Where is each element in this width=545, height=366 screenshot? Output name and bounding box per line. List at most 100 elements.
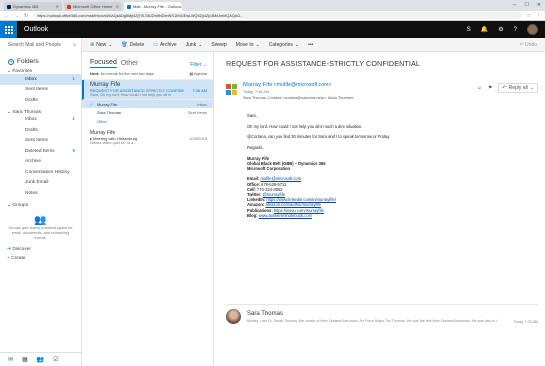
- thread-item[interactable]: Sara Thomas Sent Items: [82, 108, 213, 116]
- close-tab-icon[interactable]: ✕: [56, 4, 59, 9]
- folder-item-inbox[interactable]: Inbox 1: [0, 74, 81, 85]
- body-paragraph: @Cortana, can you find 30 minutes for Sa…: [247, 134, 391, 140]
- folder-label: Notes: [25, 190, 38, 196]
- categories-label: Categories: [268, 41, 293, 48]
- folder-label: Inbox: [25, 117, 37, 123]
- mail-icon[interactable]: ✉: [8, 356, 13, 363]
- tab-focused[interactable]: Focused: [90, 59, 117, 68]
- flag-icon[interactable]: ⚑: [488, 85, 492, 91]
- menu-icon[interactable]: ⋮: [536, 13, 541, 19]
- folder-item-drafts[interactable]: Drafts: [0, 125, 81, 136]
- thread-sender: Sara Thomas: [97, 109, 121, 115]
- maximize-icon[interactable]: ☐: [524, 2, 528, 8]
- folder-item-junk[interactable]: Junk Email: [0, 178, 81, 189]
- calendar-icon[interactable]: ▦: [22, 356, 28, 363]
- move-to-button[interactable]: Move to ⌄: [236, 42, 260, 48]
- sender[interactable]: Murray Fife <mufife@microsoft.com>: [243, 82, 332, 88]
- folder-label: Archive: [25, 159, 41, 165]
- tab-other[interactable]: Other: [121, 60, 139, 68]
- app-launcher-icon[interactable]: [0, 21, 17, 38]
- people-icon[interactable]: 👥: [37, 356, 44, 363]
- star-icon[interactable]: ☆: [527, 13, 531, 19]
- chevron-down-icon: ⌄: [108, 41, 113, 48]
- agenda-button[interactable]: ▦ Agenda: [189, 71, 207, 76]
- create-link[interactable]: + Create: [0, 252, 81, 261]
- tab-label: Mail - Murray Fife - Outlook: [133, 4, 182, 9]
- groups-section[interactable]: ⌄ Groups: [0, 199, 81, 208]
- favorites-label: Favorites: [12, 69, 33, 74]
- thread-item[interactable]: ✓ Murray Fife Inbox: [82, 100, 213, 108]
- blog-link[interactable]: www.atinkerersnotebook.com: [259, 213, 312, 218]
- forward-icon[interactable]: →: [14, 13, 19, 19]
- close-tab-icon[interactable]: ✕: [116, 4, 119, 9]
- collapsed-reply[interactable]: Sara Thomas Murray, I am Dr. Sarah Thoma…: [226, 309, 538, 329]
- unread-count: 1: [72, 76, 75, 82]
- folder-label: Sent Items: [25, 87, 48, 93]
- skype-icon[interactable]: S: [467, 27, 471, 33]
- message-time: 7:36 AM: [192, 88, 207, 93]
- message-header: Murray Fife <mufife@microsoft.com> Today…: [226, 82, 538, 104]
- sweep-button[interactable]: Sweep: [211, 42, 226, 48]
- reload-icon[interactable]: ↻: [24, 13, 28, 19]
- tasks-icon[interactable]: ☑: [53, 356, 58, 363]
- folder-item-drafts[interactable]: Drafts: [0, 95, 81, 106]
- account-section[interactable]: ⌄ Sara Thomas: [0, 106, 81, 115]
- search-input[interactable]: Search Mail and People ⌕: [0, 37, 82, 52]
- browser-tab-active[interactable]: Mail - Murray Fife - Outlook✕: [124, 2, 182, 11]
- categories-button[interactable]: Categories ⌄: [269, 42, 299, 48]
- reply-all-button[interactable]: ↶ Reply all ⌄: [498, 83, 538, 93]
- folder-item-archive[interactable]: Archive: [0, 157, 81, 168]
- folder-item-inbox[interactable]: Inbox 1: [0, 115, 81, 126]
- message-title: REQUEST FOR ASSISTANCE-STRICTLY CONFIDEN…: [226, 59, 420, 68]
- help-icon[interactable]: ?: [514, 27, 517, 33]
- reply-time: Today, 7:33 AM: [513, 320, 538, 324]
- discover-link[interactable]: ➜ Discover: [0, 241, 81, 252]
- signature: Murray Fife Global Black Belt (GBB) – Dy…: [247, 156, 527, 218]
- folder-item-conversation-history[interactable]: Conversation History: [0, 167, 81, 178]
- notifications-icon[interactable]: 🔔: [481, 26, 488, 33]
- folder-item-notes[interactable]: Notes: [0, 188, 81, 199]
- minimize-icon[interactable]: ─: [513, 2, 517, 8]
- next-text: No events for the next two days: [100, 71, 154, 76]
- filter-button[interactable]: Filter ⌄: [190, 62, 207, 68]
- address-bar: ← → ↻ https://outlook.office365.com/mail…: [0, 11, 545, 21]
- junk-button[interactable]: Junk ⌄: [186, 42, 203, 48]
- folder-item-sent[interactable]: Sent Items: [0, 85, 81, 96]
- browser-tab[interactable]: Dynamics 365 ✕: [4, 2, 62, 11]
- check-icon: ✓: [90, 101, 94, 107]
- back-icon[interactable]: ←: [4, 13, 9, 19]
- tab-favicon: [7, 4, 11, 9]
- reading-pane: REQUEST FOR ASSISTANCE-STRICTLY CONFIDEN…: [214, 52, 545, 366]
- settings-icon[interactable]: ⚙: [498, 26, 503, 33]
- archive-button[interactable]: ▭ Archive: [153, 42, 176, 48]
- avatar: [226, 309, 241, 324]
- close-window-icon[interactable]: ✕: [537, 2, 541, 8]
- more-button[interactable]: •••: [308, 42, 313, 48]
- add-folder-icon[interactable]: +: [8, 58, 14, 65]
- url-field[interactable]: https://outlook.office365.com/mail/inbox…: [33, 12, 522, 19]
- browser-tab[interactable]: Microsoft Office Home ✕: [64, 2, 122, 11]
- body-regards: Regards,: [247, 145, 264, 151]
- folder-item-sent[interactable]: Sent Items: [0, 136, 81, 147]
- favorites-section[interactable]: ⌄ Favorites: [0, 65, 81, 74]
- emoji-icon[interactable]: ☺: [477, 85, 482, 91]
- message-item-selected[interactable]: Murray Fife REQUEST FOR ASSISTANCE-STRIC…: [82, 80, 213, 100]
- folder-item-deleted[interactable]: Deleted Items 9: [0, 146, 81, 157]
- sender-name: Murray Fife: [243, 82, 273, 88]
- folders-header[interactable]: + Folders: [0, 52, 81, 65]
- unread-count: 9: [72, 148, 75, 154]
- user-avatar[interactable]: [527, 24, 538, 35]
- plus-icon: ⊕: [90, 41, 95, 48]
- close-tab-icon[interactable]: ✕: [181, 4, 182, 9]
- thread-folder: Sent Items: [187, 109, 207, 115]
- message-preview: Sara, Oh my lord. How could I not help y…: [90, 93, 172, 97]
- search-icon[interactable]: ⌕: [73, 42, 76, 48]
- create-label: Create: [11, 255, 26, 261]
- filter-label: Filter: [190, 62, 202, 68]
- new-button[interactable]: ⊕ New ⌄: [90, 42, 112, 48]
- undo-button[interactable]: ↶ Undo: [519, 42, 537, 48]
- message-item[interactable]: Murray Fife ▸ Meeting with Heisenburg 10/…: [82, 127, 213, 149]
- microsoft-logo-icon: [226, 84, 237, 95]
- message-preview: Norma video quid st? Iu a...: [90, 141, 137, 145]
- delete-button[interactable]: 🗑 Delete: [121, 42, 144, 48]
